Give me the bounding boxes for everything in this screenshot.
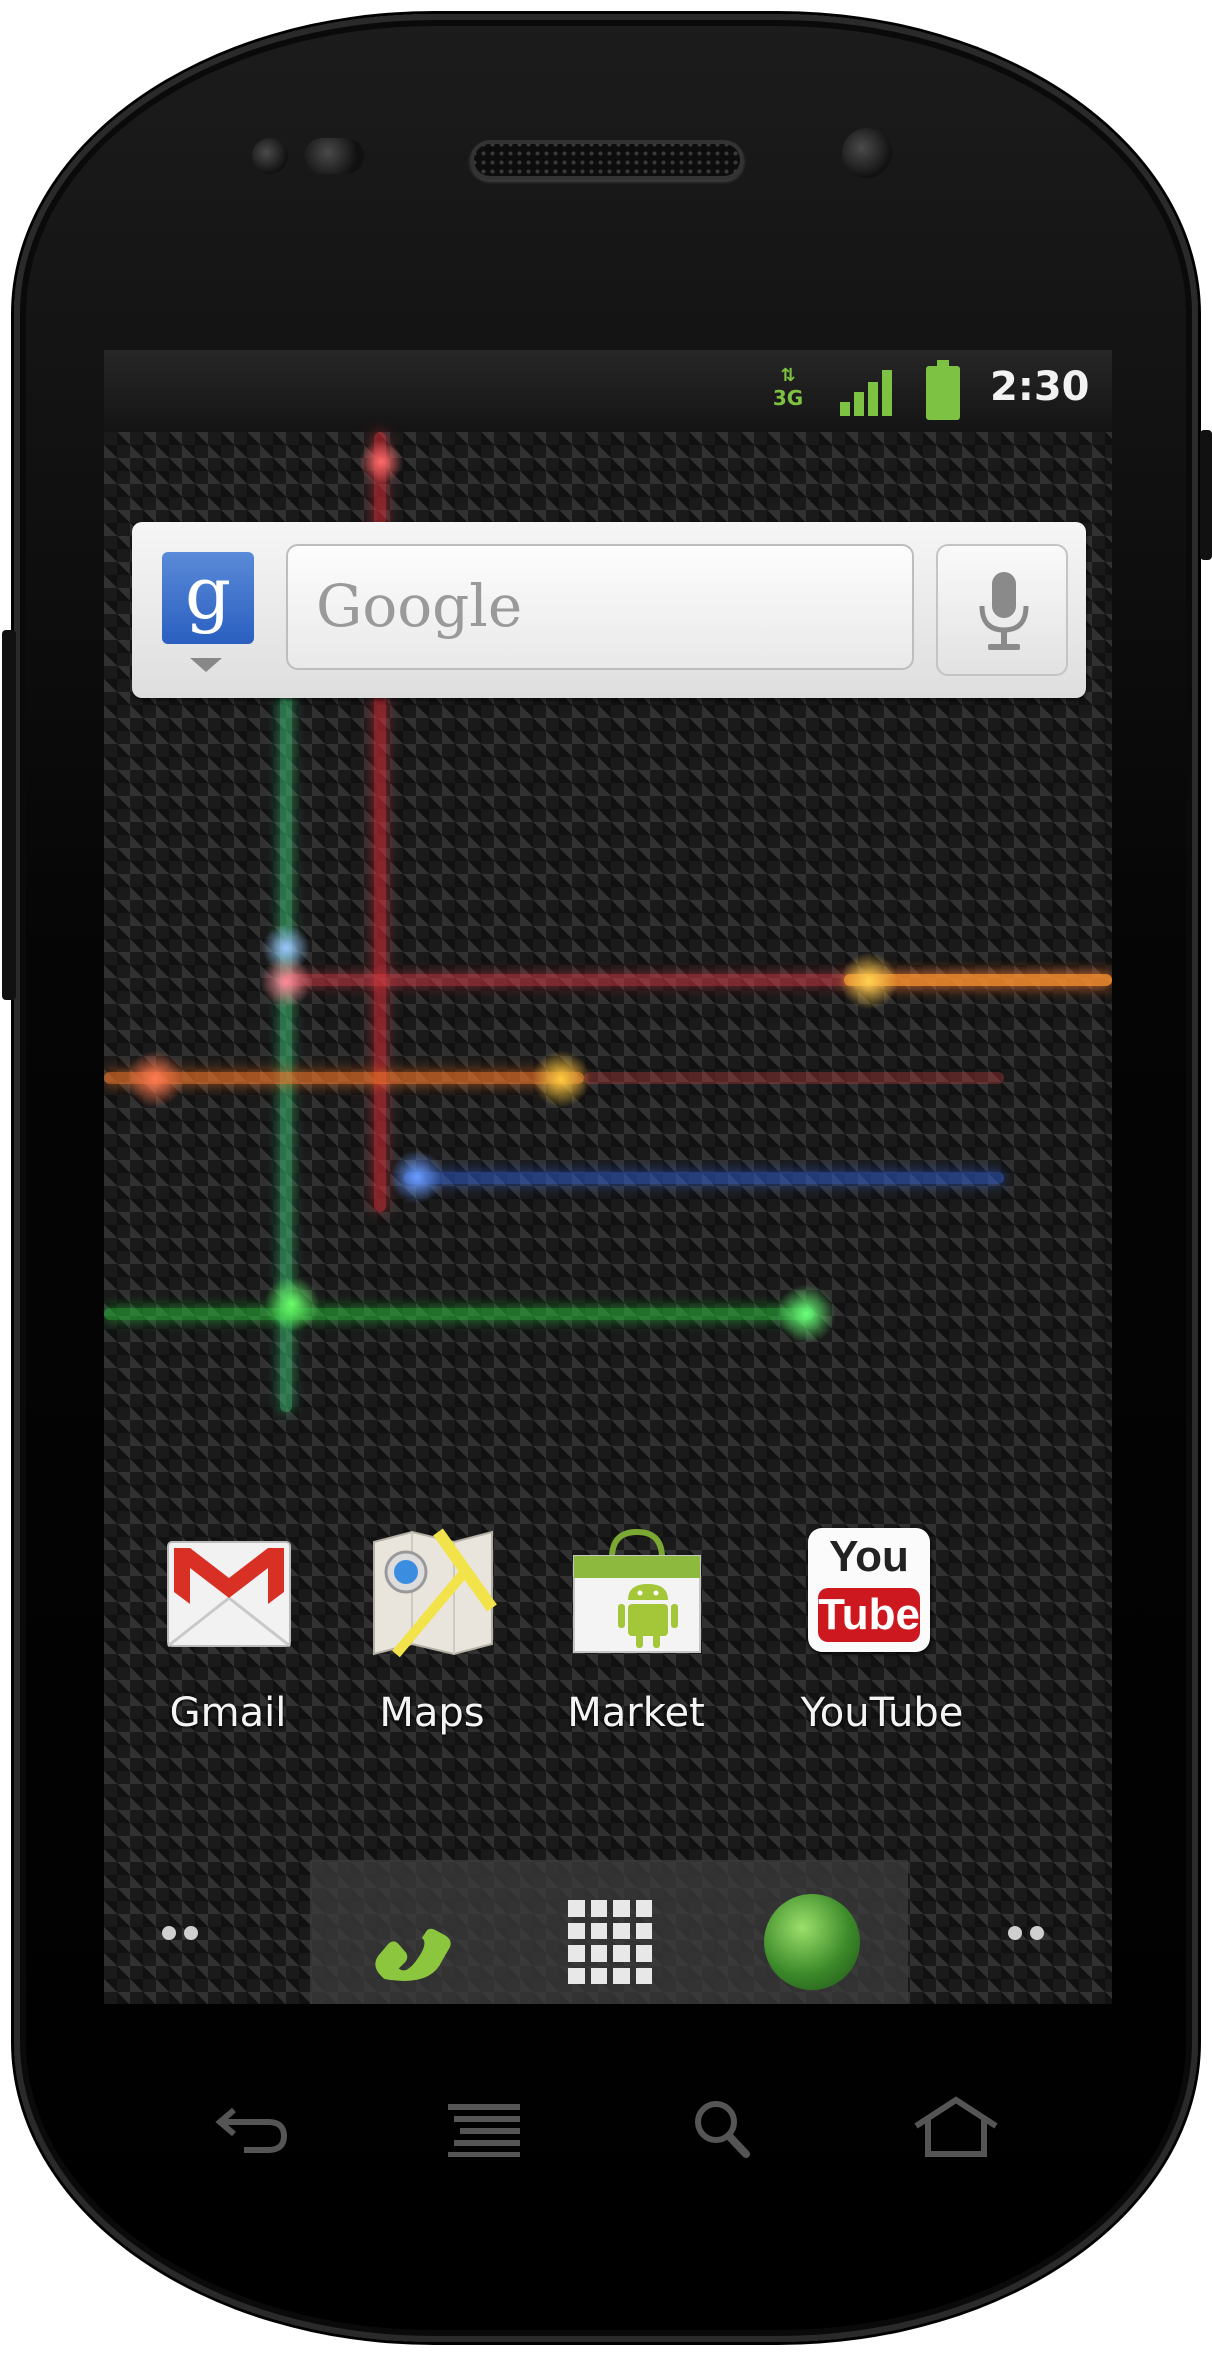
search-placeholder: Google xyxy=(316,572,523,640)
screen: ⇅ 3G 2:30 g Google Gmail Maps Market You… xyxy=(104,350,1112,2004)
network-type-label: 3G xyxy=(772,386,804,410)
market-icon xyxy=(573,1528,701,1653)
app-label: YouTube xyxy=(800,1690,964,1736)
menu-icon[interactable] xyxy=(444,2096,524,2160)
search-source-dropdown-icon[interactable] xyxy=(190,658,222,672)
battery-icon xyxy=(926,360,960,420)
voice-search-button[interactable] xyxy=(936,544,1068,676)
status-bar: ⇅ 3G 2:30 xyxy=(104,350,1112,432)
page-indicator-left[interactable] xyxy=(162,1926,206,1940)
app-label: Market xyxy=(567,1690,705,1736)
youtube-logo-you: You xyxy=(829,1532,909,1581)
app-drawer-icon[interactable] xyxy=(568,1900,652,1984)
volume-button[interactable] xyxy=(2,630,16,1000)
data-activity-icon: ⇅ 3G xyxy=(766,366,810,422)
phone-icon[interactable] xyxy=(360,1890,460,1990)
app-label: Gmail xyxy=(169,1690,287,1736)
search-icon[interactable] xyxy=(684,2096,764,2160)
microphone-icon xyxy=(979,572,1029,650)
home-icon[interactable] xyxy=(910,2096,1002,2160)
status-clock: 2:30 xyxy=(990,364,1090,410)
earpiece-speaker xyxy=(470,140,744,180)
google-search-widget: g Google xyxy=(132,522,1086,698)
google-logo-icon[interactable]: g xyxy=(162,552,254,644)
search-input[interactable]: Google xyxy=(286,544,914,670)
app-maps[interactable]: Maps xyxy=(332,1528,532,1748)
page-indicator-right[interactable] xyxy=(1008,1926,1052,1940)
app-label: Maps xyxy=(379,1690,485,1736)
gmail-icon xyxy=(167,1541,291,1648)
app-youtube[interactable]: You Tube YouTube xyxy=(782,1528,982,1748)
proximity-sensor xyxy=(252,138,288,174)
maps-icon xyxy=(373,1528,497,1658)
back-icon[interactable] xyxy=(214,2096,294,2160)
power-button[interactable] xyxy=(1200,430,1212,560)
app-gmail[interactable]: Gmail xyxy=(128,1528,328,1748)
youtube-logo-tube: Tube xyxy=(818,1588,920,1642)
app-market[interactable]: Market xyxy=(536,1528,736,1748)
dock xyxy=(310,1860,908,2004)
front-camera xyxy=(842,128,892,178)
browser-icon[interactable] xyxy=(764,1894,860,1990)
light-sensor xyxy=(304,138,364,174)
signal-strength-icon xyxy=(840,368,896,416)
youtube-icon: You Tube xyxy=(808,1528,930,1652)
